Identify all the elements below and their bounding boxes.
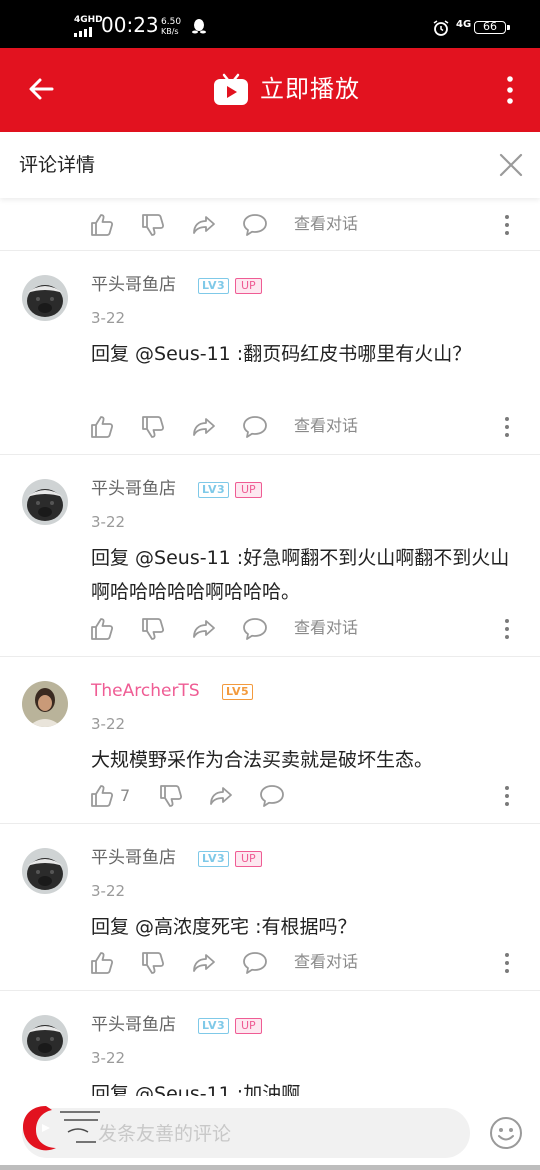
user-photo-avatar-icon — [22, 681, 68, 727]
comment-date: 3-22 — [91, 715, 126, 733]
share-icon[interactable] — [191, 212, 217, 238]
comment-actions: 查看对话 — [0, 602, 540, 656]
avatar[interactable] — [22, 1015, 68, 1061]
avatar[interactable] — [22, 681, 68, 727]
play-now-title[interactable]: 立即播放 — [260, 74, 360, 104]
comment-icon[interactable] — [259, 783, 285, 809]
network-type: 4G — [456, 19, 472, 30]
thumb-up-icon[interactable] — [89, 950, 115, 976]
level-badge: LV5 — [222, 684, 254, 700]
comment-date: 3-22 — [91, 309, 126, 327]
username[interactable]: 平头哥鱼店 — [91, 273, 176, 297]
username[interactable]: 平头哥鱼店 — [91, 477, 176, 501]
more-vertical-icon[interactable] — [500, 74, 520, 106]
thumb-up-icon[interactable] — [89, 783, 115, 809]
up-badge: UP — [235, 278, 262, 294]
page-title: 评论详情 — [19, 154, 96, 176]
honey-badger-avatar-icon — [22, 275, 68, 321]
signal-bars-icon — [74, 27, 92, 37]
comment-actions: 查看对话 — [0, 400, 540, 454]
comment-icon[interactable] — [242, 616, 268, 642]
share-icon[interactable] — [191, 950, 217, 976]
share-icon[interactable] — [208, 783, 234, 809]
thumb-down-icon[interactable] — [140, 950, 166, 976]
thumb-down-icon[interactable] — [140, 414, 166, 440]
thumb-up-icon[interactable] — [89, 212, 115, 238]
comment-icon[interactable] — [242, 950, 268, 976]
comment-date: 3-22 — [91, 513, 126, 531]
comment-date: 3-22 — [91, 1049, 126, 1067]
thumb-up-icon[interactable] — [89, 616, 115, 642]
avatar[interactable] — [22, 479, 68, 525]
thumb-up-icon[interactable] — [89, 414, 115, 440]
comment-input-placeholder: 发条友善的评论 — [98, 1123, 232, 1145]
qq-icon — [192, 19, 206, 34]
more-vertical-icon[interactable] — [500, 784, 514, 808]
more-vertical-icon[interactable] — [500, 617, 514, 641]
view-conversation-link[interactable]: 查看对话 — [294, 213, 358, 235]
comment-icon[interactable] — [242, 212, 268, 238]
nav-bar-indicator — [0, 1165, 540, 1170]
status-bar: 4GHD 00:23 6.50 KB/s 4G 66 — [0, 0, 540, 48]
comment-item: 平头哥鱼店 LV3 UP 3-22 回复 @Seus-11 :好急啊翻不到火山啊… — [0, 455, 540, 656]
network-speed: 6.50 KB/s — [161, 17, 181, 37]
share-icon[interactable] — [191, 616, 217, 642]
view-conversation-link[interactable]: 查看对话 — [294, 415, 358, 437]
up-badge: UP — [235, 482, 262, 498]
share-icon[interactable] — [191, 414, 217, 440]
like-count: 7 — [120, 786, 131, 805]
level-badge: LV3 — [198, 482, 230, 498]
honey-badger-avatar-icon — [22, 848, 68, 894]
comment-item: 平头哥鱼店 LV3 UP 3-22 回复 @Seus-11 :加油啊 — [0, 991, 540, 1105]
comment-text: 回复 @Seus-11 :好急啊翻不到火山啊翻不到火山啊哈哈哈哈哈啊哈哈哈。 — [91, 547, 510, 603]
view-conversation-link[interactable]: 查看对话 — [294, 951, 358, 973]
watermark-logo — [22, 1106, 100, 1151]
comment-icon[interactable] — [242, 414, 268, 440]
username[interactable]: 平头哥鱼店 — [91, 1013, 176, 1037]
thumb-down-icon[interactable] — [140, 212, 166, 238]
honey-badger-avatar-icon — [22, 479, 68, 525]
comment-date: 3-22 — [91, 882, 126, 900]
comment-item: 平头哥鱼店 LV3 UP 3-22 回复 @高浓度死宅 :有根据吗？ 查看对话 — [0, 824, 540, 990]
comment-item: TheArcherTS LV5 3-22 大规模野采作为合法买卖就是破坏生态。 … — [0, 657, 540, 823]
comment-detail-header: 评论详情 — [0, 132, 540, 198]
comment-list[interactable]: 查看对话 平头哥鱼店 LV3 UP 3-22 回复 @Seus-11 :翻页码红… — [0, 198, 540, 1105]
emoji-icon[interactable] — [489, 1116, 523, 1150]
top-header: 立即播放 — [0, 48, 540, 132]
level-badge: LV3 — [198, 278, 230, 294]
level-badge: LV3 — [198, 1018, 230, 1034]
battery-icon: 66 — [474, 21, 510, 34]
thumb-down-icon[interactable] — [158, 783, 184, 809]
username[interactable]: 平头哥鱼店 — [91, 846, 176, 870]
up-badge: UP — [235, 1018, 262, 1034]
view-conversation-link[interactable]: 查看对话 — [294, 617, 358, 639]
tv-icon[interactable] — [213, 71, 249, 107]
comment-text: 回复 @Seus-11 :翻页码红皮书哪里有火山？ — [91, 343, 472, 365]
username[interactable]: TheArcherTS — [91, 679, 200, 703]
avatar[interactable] — [22, 848, 68, 894]
status-time: 00:23 — [101, 13, 159, 37]
level-badge: LV3 — [198, 851, 230, 867]
more-vertical-icon[interactable] — [500, 951, 514, 975]
honey-badger-avatar-icon — [22, 1015, 68, 1061]
thumb-down-icon[interactable] — [140, 616, 166, 642]
speed-unit: KB/s — [161, 27, 179, 36]
avatar[interactable] — [22, 275, 68, 321]
signal-label: 4GHD — [74, 15, 103, 25]
speed-value: 6.50 — [161, 17, 182, 27]
comment-item: 平头哥鱼店 LV3 UP 3-22 回复 @Seus-11 :翻页码红皮书哪里有… — [0, 251, 540, 454]
comment-actions: 7 — [0, 769, 540, 823]
close-icon[interactable] — [498, 152, 524, 178]
more-vertical-icon[interactable] — [500, 213, 514, 237]
comment-actions: 查看对话 — [0, 198, 540, 250]
up-badge: UP — [235, 851, 262, 867]
more-vertical-icon[interactable] — [500, 415, 514, 439]
alarm-icon — [433, 20, 449, 36]
comment-actions: 查看对话 — [0, 936, 540, 990]
back-arrow-icon[interactable] — [26, 74, 56, 104]
